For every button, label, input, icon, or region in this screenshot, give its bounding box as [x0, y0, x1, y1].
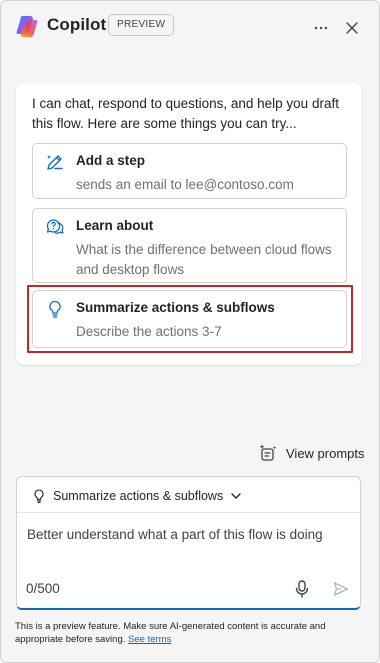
send-icon	[333, 582, 349, 596]
send-button[interactable]	[330, 578, 352, 600]
intro-text: I can chat, respond to questions, and he…	[32, 96, 339, 131]
copilot-pane: Copilot PREVIEW I can chat, respond to q…	[0, 0, 380, 663]
prompt-chip-dropdown[interactable]: Summarize actions & subflows	[31, 485, 242, 507]
suggestion-title: Summarize actions & subflows	[76, 300, 275, 315]
preview-badge: PREVIEW	[108, 14, 175, 36]
more-options-button[interactable]	[307, 14, 335, 42]
lightbulb-icon	[49, 300, 61, 318]
message-input[interactable]: Better understand what a part of this fl…	[27, 525, 352, 544]
suggestion-summarize-actions[interactable]: Summarize actions & subflows Describe th…	[32, 290, 347, 348]
suggestion-add-a-step[interactable]: Add a step sends an email to lee@contoso…	[32, 143, 347, 199]
suggestion-title: Add a step	[76, 153, 146, 168]
disclaimer-text: This is a preview feature. Make sure AI-…	[15, 620, 365, 646]
microphone-button[interactable]	[291, 578, 313, 600]
composer-divider	[17, 512, 360, 513]
suggestion-title: Learn about	[76, 218, 154, 233]
copilot-message-card: I can chat, respond to questions, and he…	[16, 83, 362, 365]
close-button[interactable]	[338, 14, 366, 42]
more-horizontal-icon	[314, 26, 328, 30]
microphone-icon	[295, 580, 309, 598]
view-prompts-button[interactable]: View prompts	[258, 442, 365, 464]
copilot-logo-icon	[16, 16, 38, 38]
character-counter: 0/500	[26, 581, 60, 596]
pane-header: Copilot PREVIEW	[1, 1, 379, 55]
prompts-sparkle-icon	[259, 444, 277, 461]
suggestion-learn-about[interactable]: Learn about What is the difference betwe…	[32, 208, 347, 283]
suggestion-description: Describe the actions 3-7	[76, 324, 222, 339]
pane-title: Copilot	[47, 15, 107, 34]
suggestion-description: What is the difference between cloud flo…	[76, 242, 332, 277]
chevron-down-icon	[231, 493, 241, 499]
chat-composer: Summarize actions & subflows Better unde…	[16, 476, 361, 610]
pen-sparkle-icon	[47, 155, 63, 170]
view-prompts-label: View prompts	[286, 445, 365, 461]
prompt-chip-label: Summarize actions & subflows	[53, 489, 224, 503]
chat-question-icon	[46, 219, 64, 234]
lightbulb-icon	[34, 489, 44, 503]
see-terms-link[interactable]: See terms	[128, 634, 171, 645]
close-icon	[346, 22, 358, 34]
suggestion-description: sends an email to lee@contoso.com	[76, 177, 294, 192]
